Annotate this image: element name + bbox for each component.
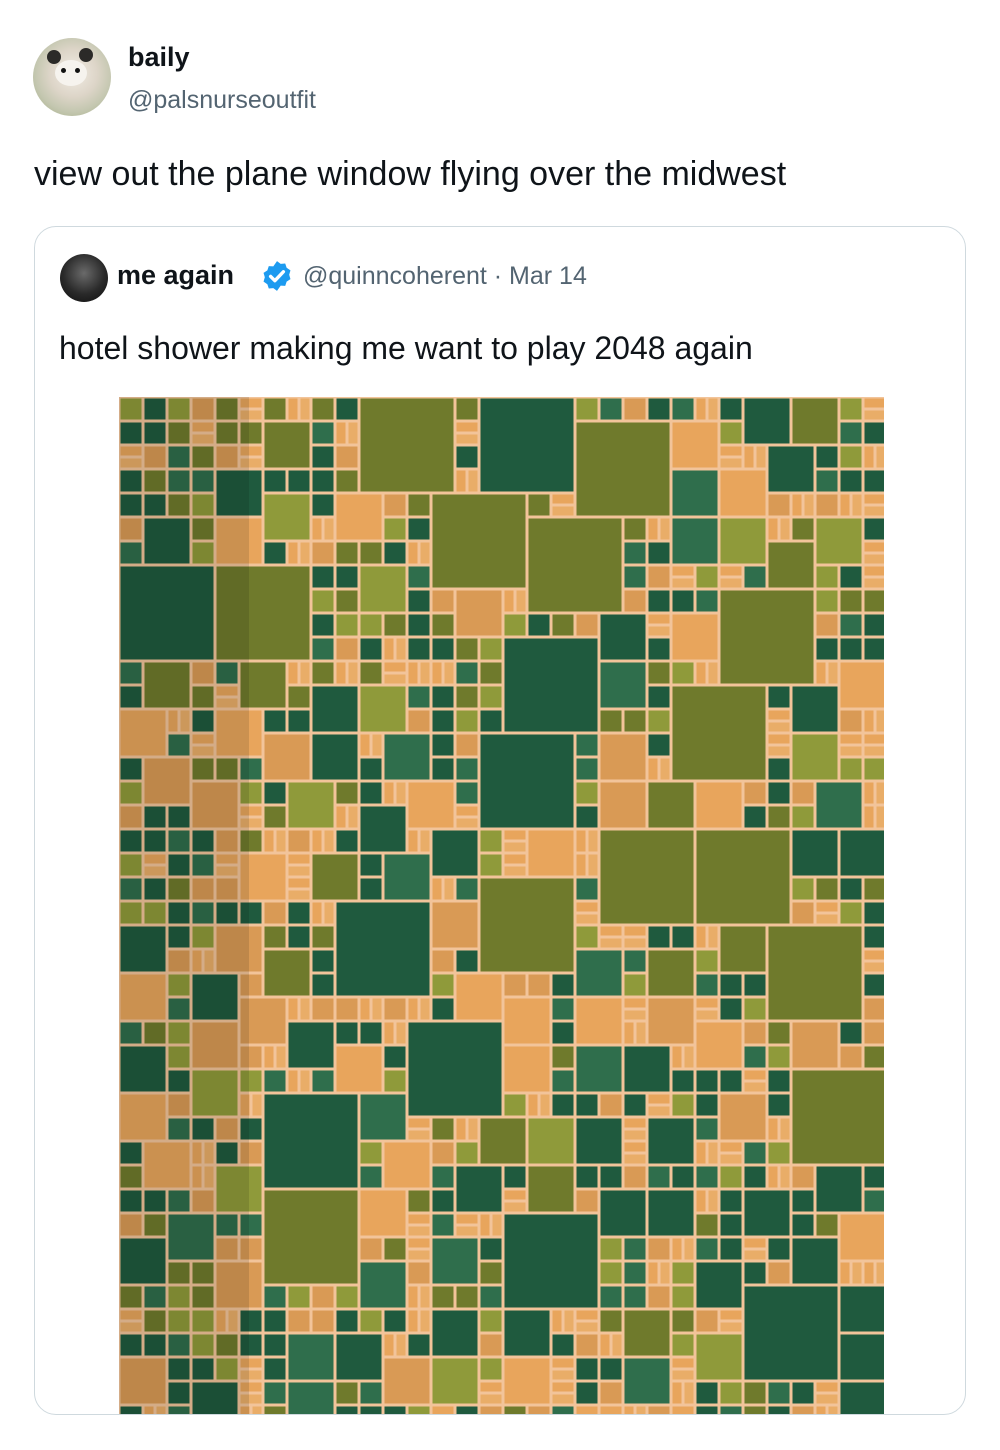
verified-badge-icon [263,261,291,291]
quoted-tweet-text: hotel shower making me want to play 2048… [59,330,753,366]
opossum-ear-icon [79,48,93,62]
quoted-author-avatar[interactable] [60,254,108,302]
author-name[interactable]: baily [128,42,190,73]
tile-mosaic-image [119,397,884,1414]
tiled-shower-wall-photo[interactable] [119,397,884,1414]
author-handle[interactable]: @palsnurseoutfit [128,86,316,115]
opossum-eye [61,68,66,73]
opossum-eye [75,68,80,73]
quoted-tweet-card[interactable]: me again @quinncoherent · Mar 14 hotel s… [34,226,966,1415]
quoted-handle-and-date[interactable]: @quinncoherent · Mar 14 [303,262,587,291]
opossum-face-icon [55,60,87,86]
quoted-author-name[interactable]: me again [117,260,234,291]
opossum-ear-icon [47,50,61,64]
tweet-text: view out the plane window flying over th… [34,155,787,193]
author-avatar[interactable] [33,38,111,116]
